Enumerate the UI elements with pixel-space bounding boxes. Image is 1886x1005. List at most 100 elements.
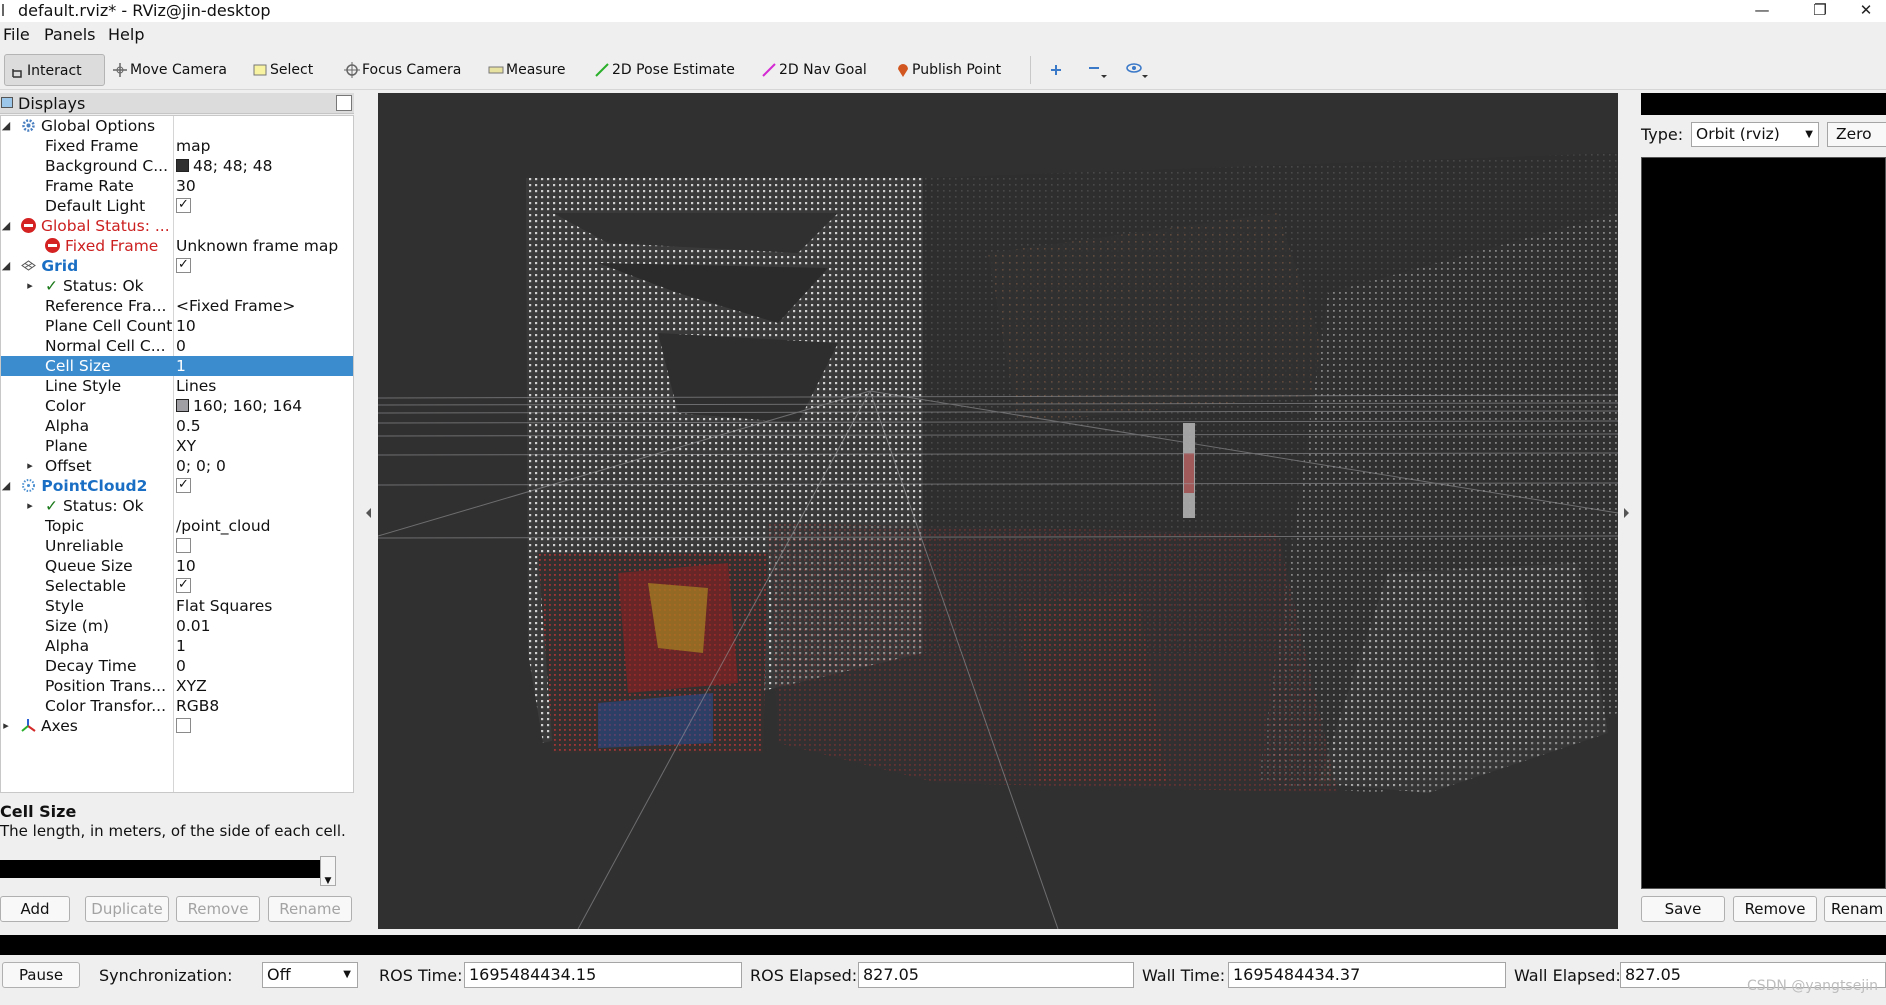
checkbox-unchecked-icon[interactable] bbox=[176, 717, 191, 733]
tree-row-size[interactable]: Size (m) 0.01 bbox=[1, 616, 353, 636]
views-list[interactable] bbox=[1641, 157, 1886, 889]
checkbox-checked-icon[interactable]: ✓ bbox=[176, 477, 191, 493]
publish-point-tool-button[interactable]: Publish Point bbox=[892, 54, 1001, 86]
row-value[interactable]: <Fixed Frame> bbox=[176, 296, 295, 316]
row-value[interactable]: 0.01 bbox=[176, 616, 211, 636]
tree-row-grid-status[interactable]: ▸ ✓ Status: Ok bbox=[1, 276, 353, 296]
collapse-right-icon[interactable] bbox=[1618, 93, 1636, 929]
select-tool-button[interactable]: Select bbox=[248, 54, 313, 86]
panel-visibility-button[interactable] bbox=[1120, 54, 1154, 86]
row-value[interactable]: 1 bbox=[176, 636, 186, 656]
collapsed-arrow-icon[interactable]: ▸ bbox=[1, 716, 11, 736]
row-value[interactable]: /point_cloud bbox=[176, 516, 270, 536]
display-tree[interactable]: ◢ Global Options Fixed Frame map Backgro… bbox=[0, 115, 354, 793]
minimize-button[interactable]: — bbox=[1742, 0, 1782, 22]
tree-row-pc-alpha[interactable]: Alpha 1 bbox=[1, 636, 353, 656]
row-value[interactable]: 0.5 bbox=[176, 416, 201, 436]
tree-row-selectable[interactable]: Selectable ✓ bbox=[1, 576, 353, 596]
row-value[interactable]: 0 bbox=[176, 656, 186, 676]
row-value[interactable]: 0 bbox=[176, 336, 186, 356]
selectable-checkbox[interactable]: ✓ bbox=[176, 576, 191, 596]
pause-button[interactable]: Pause bbox=[2, 962, 80, 988]
tree-row-offset[interactable]: ▸ Offset 0; 0; 0 bbox=[1, 456, 353, 476]
view-type-select[interactable]: Orbit (rviz) ▼ bbox=[1691, 122, 1819, 147]
row-value[interactable]: XY bbox=[176, 436, 196, 456]
right-splitter[interactable] bbox=[1618, 93, 1636, 929]
remove-tool-button[interactable] bbox=[1082, 54, 1110, 86]
pose-estimate-tool-button[interactable]: 2D Pose Estimate bbox=[590, 54, 735, 86]
menu-file[interactable]: File bbox=[3, 25, 30, 44]
rename-display-button[interactable]: Rename bbox=[268, 896, 352, 922]
tree-row-alpha[interactable]: Alpha 0.5 bbox=[1, 416, 353, 436]
focus-camera-tool-button[interactable]: Focus Camera bbox=[340, 54, 461, 86]
tree-row-global-status[interactable]: ◢ Global Status: ... bbox=[1, 216, 353, 236]
tree-row-grid[interactable]: ◢ Grid ✓ bbox=[1, 256, 353, 276]
grid-enabled-checkbox[interactable]: ✓ bbox=[176, 256, 191, 276]
save-view-button[interactable]: Save bbox=[1641, 896, 1725, 922]
interact-tool-button[interactable]: Interact bbox=[4, 54, 105, 86]
tree-row-color-transformer[interactable]: Color Transfor... RGB8 bbox=[1, 696, 353, 716]
tree-row-plane[interactable]: Plane XY bbox=[1, 436, 353, 456]
checkbox-checked-icon[interactable]: ✓ bbox=[176, 257, 191, 273]
close-button[interactable]: ✕ bbox=[1846, 0, 1886, 22]
zero-button[interactable]: Zero bbox=[1827, 122, 1886, 147]
default-light-checkbox[interactable]: ✓ bbox=[176, 196, 191, 216]
row-value[interactable]: XYZ bbox=[176, 676, 207, 696]
row-value[interactable]: Flat Squares bbox=[176, 596, 272, 616]
row-value[interactable]: map bbox=[176, 136, 210, 156]
checkbox-unchecked-icon[interactable] bbox=[176, 537, 191, 553]
row-value[interactable]: 30 bbox=[176, 176, 196, 196]
maximize-button[interactable]: ❐ bbox=[1800, 0, 1840, 22]
tree-row-topic[interactable]: Topic /point_cloud bbox=[1, 516, 353, 536]
tree-row-fixed-frame[interactable]: Fixed Frame map bbox=[1, 136, 353, 156]
row-value[interactable]: 10 bbox=[176, 316, 196, 336]
pointcloud-enabled-checkbox[interactable]: ✓ bbox=[176, 476, 191, 496]
axes-checkbox[interactable] bbox=[176, 716, 191, 736]
duplicate-display-button[interactable]: Duplicate bbox=[85, 896, 169, 922]
row-value[interactable]: Lines bbox=[176, 376, 216, 396]
collapse-left-icon[interactable] bbox=[359, 93, 377, 929]
expand-arrow-icon[interactable]: ◢ bbox=[1, 256, 11, 276]
checkbox-checked-icon[interactable]: ✓ bbox=[176, 197, 191, 213]
wall-time-field[interactable]: 1695484434.37 bbox=[1228, 962, 1506, 988]
expand-arrow-icon[interactable]: ◢ bbox=[1, 116, 11, 136]
tree-row-default-light[interactable]: Default Light ✓ bbox=[1, 196, 353, 216]
tree-row-style[interactable]: Style Flat Squares bbox=[1, 596, 353, 616]
tree-row-reference-frame[interactable]: Reference Fra... <Fixed Frame> bbox=[1, 296, 353, 316]
row-value[interactable]: 1 bbox=[176, 356, 186, 376]
float-panel-button[interactable] bbox=[336, 95, 352, 111]
row-value[interactable]: 10 bbox=[176, 556, 196, 576]
ros-elapsed-field[interactable]: 827.05 bbox=[858, 962, 1134, 988]
remove-view-button[interactable]: Remove bbox=[1733, 896, 1817, 922]
row-value[interactable]: 48; 48; 48 bbox=[176, 156, 272, 176]
collapsed-arrow-icon[interactable]: ▸ bbox=[25, 276, 35, 296]
unreliable-checkbox[interactable] bbox=[176, 536, 191, 556]
checkbox-checked-icon[interactable]: ✓ bbox=[176, 577, 191, 593]
tree-row-axes[interactable]: ▸ Axes bbox=[1, 716, 353, 736]
point-cloud-scene[interactable] bbox=[378, 93, 1618, 929]
add-display-button[interactable]: Add bbox=[0, 896, 70, 922]
collapsed-arrow-icon[interactable]: ▸ bbox=[25, 456, 35, 476]
collapsed-arrow-icon[interactable]: ▸ bbox=[25, 496, 35, 516]
rename-view-button[interactable]: Renam bbox=[1824, 896, 1886, 922]
tree-row-global-options[interactable]: ◢ Global Options bbox=[1, 116, 353, 136]
tree-row-frame-rate[interactable]: Frame Rate 30 bbox=[1, 176, 353, 196]
move-camera-tool-button[interactable]: Move Camera bbox=[108, 54, 227, 86]
sync-select[interactable]: Off ▼ bbox=[262, 962, 358, 988]
add-tool-button[interactable] bbox=[1044, 54, 1066, 86]
menu-help[interactable]: Help bbox=[108, 25, 144, 44]
tree-row-decay-time[interactable]: Decay Time 0 bbox=[1, 656, 353, 676]
help-scrollbar[interactable]: ▼ bbox=[320, 856, 336, 886]
left-splitter[interactable] bbox=[359, 93, 377, 929]
ros-time-field[interactable]: 1695484434.15 bbox=[464, 962, 742, 988]
tree-row-color[interactable]: Color 160; 160; 164 bbox=[1, 396, 353, 416]
tree-row-status-fixed-frame[interactable]: Fixed Frame Unknown frame map bbox=[1, 236, 353, 256]
row-value[interactable]: 160; 160; 164 bbox=[176, 396, 302, 416]
tree-row-cell-size[interactable]: Cell Size 1 bbox=[1, 356, 353, 376]
nav-goal-tool-button[interactable]: 2D Nav Goal bbox=[757, 54, 867, 86]
tree-row-pointcloud-status[interactable]: ▸ ✓ Status: Ok bbox=[1, 496, 353, 516]
row-value[interactable]: RGB8 bbox=[176, 696, 219, 716]
render-viewport[interactable] bbox=[378, 93, 1618, 929]
tree-row-queue-size[interactable]: Queue Size 10 bbox=[1, 556, 353, 576]
measure-tool-button[interactable]: Measure bbox=[484, 54, 566, 86]
